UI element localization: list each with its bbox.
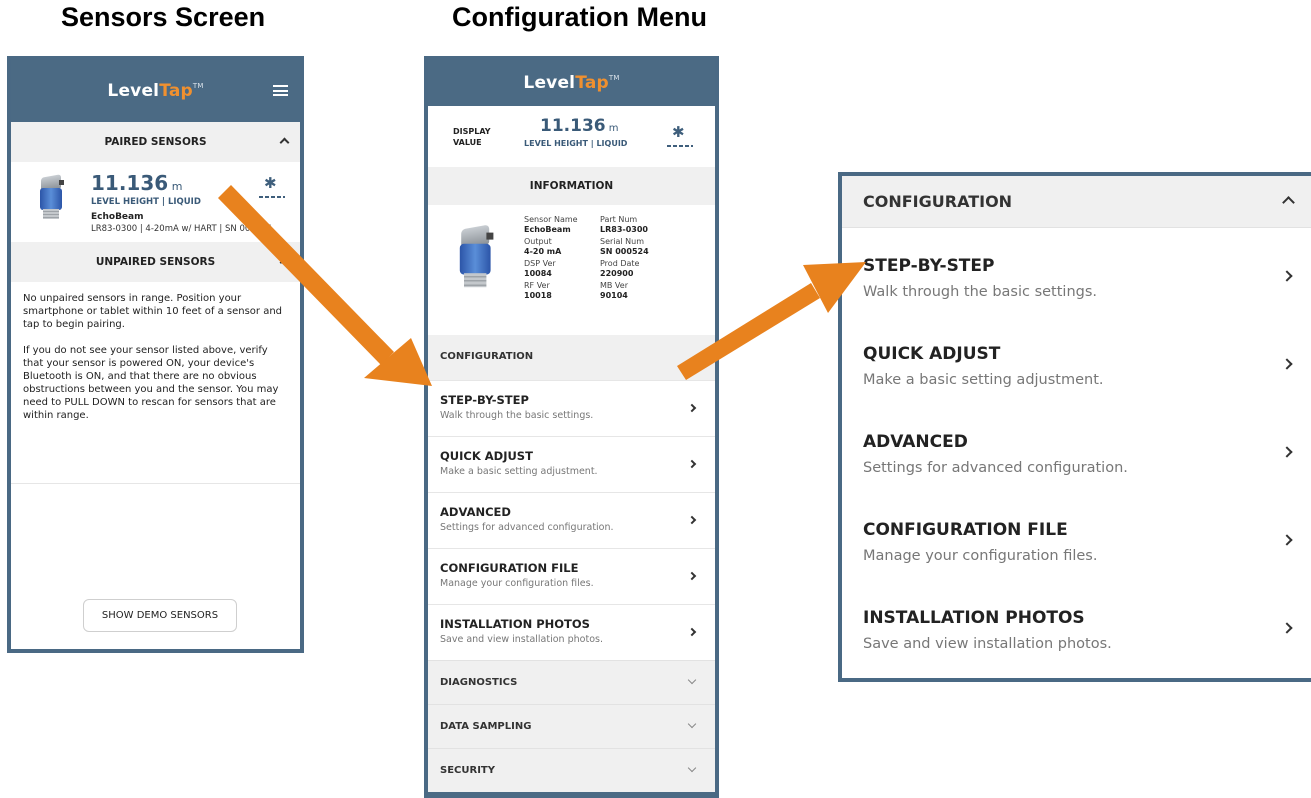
app-bar: LevelTapTM <box>428 60 715 106</box>
info-field: Sensor Name EchoBeam <box>524 215 578 234</box>
sensor-value: 11.136 m <box>91 171 183 195</box>
display-value-panel: DISPLAY VALUE 11.136 m LEVEL HEIGHT | LI… <box>428 106 715 167</box>
caret-down-icon <box>687 675 697 685</box>
sensors-screen-phone: LevelTapTM PAIRED SENSORS 11.136 m LEVEL… <box>7 56 304 653</box>
show-demo-sensors-button[interactable]: SHOW DEMO SENSORS <box>83 599 237 632</box>
chevron-right-icon <box>1281 270 1293 282</box>
chevron-right-icon <box>687 515 697 525</box>
info-field: Prod Date 220900 <box>600 259 640 278</box>
bluetooth-icon: ✱ <box>259 174 285 198</box>
sensor-image <box>450 224 520 325</box>
section-security[interactable]: SECURITY <box>428 748 715 792</box>
caret-up-icon <box>1282 196 1295 209</box>
info-field: RF Ver 10018 <box>524 281 552 300</box>
chevron-right-icon <box>1281 446 1293 458</box>
caret-up-icon <box>279 137 290 148</box>
app-bar: LevelTapTM <box>11 60 300 122</box>
section-diagnostics[interactable]: DIAGNOSTICS <box>428 660 715 704</box>
info-grid: Sensor Name EchoBeam Part Num LR83-0300 Ou… <box>524 215 694 300</box>
display-value-sublabel: LEVEL HEIGHT | LIQUID <box>524 139 628 148</box>
chevron-right-icon <box>687 571 697 581</box>
info-field: DSP Ver 10084 <box>524 259 556 278</box>
caret-up-icon <box>279 257 290 268</box>
heading-sensors-screen: Sensors Screen <box>61 2 266 32</box>
sensor-details: LR83-0300 | 4-20mA w/ HART | SN 000524 <box>91 224 272 234</box>
app-logo: LevelTapTM <box>107 81 204 101</box>
menu-item-advanced[interactable]: ADVANCED Settings for advanced configura… <box>428 492 715 548</box>
unpaired-info: No unpaired sensors in range. Position y… <box>11 282 300 422</box>
heading-configuration-menu: Configuration Menu <box>452 2 707 32</box>
display-value-label: DISPLAY VALUE <box>453 127 491 147</box>
configuration-screen-phone: LevelTapTM DISPLAY VALUE 11.136 m LEVEL … <box>424 56 719 798</box>
menu-item-step-by-step[interactable]: STEP-BY-STEP Walk through the basic sett… <box>428 380 715 436</box>
sensor-value-label: LEVEL HEIGHT | LIQUID <box>91 197 201 207</box>
bottom-bar <box>428 792 715 798</box>
information-header: INFORMATION <box>428 167 715 205</box>
app-logo: LevelTapTM <box>523 73 620 93</box>
caret-down-icon <box>687 763 697 773</box>
unpaired-sensors-header[interactable]: UNPAIRED SENSORS <box>11 242 300 282</box>
information-panel: Sensor Name EchoBeam Part Num LR83-0300 Ou… <box>428 205 715 335</box>
paired-sensor-card[interactable]: 11.136 m LEVEL HEIGHT | LIQUID EchoBeam … <box>11 162 300 242</box>
paired-sensors-label: PAIRED SENSORS <box>104 136 207 148</box>
zoom-item-advanced[interactable]: ADVANCED Settings for advanced configura… <box>842 404 1311 492</box>
bluetooth-icon: ✱ <box>667 123 693 147</box>
configuration-header[interactable]: CONFIGURATION <box>428 335 715 380</box>
chevron-right-icon <box>687 627 697 637</box>
info-field: Output 4-20 mA <box>524 237 562 256</box>
chevron-right-icon <box>1281 534 1293 546</box>
menu-item-quick-adjust[interactable]: QUICK ADJUST Make a basic setting adjust… <box>428 436 715 492</box>
zoom-item-step-by-step[interactable]: STEP-BY-STEP Walk through the basic sett… <box>842 228 1311 316</box>
info-field: Part Num LR83-0300 <box>600 215 648 234</box>
unpaired-text-1: No unpaired sensors in range. Position y… <box>23 293 283 330</box>
menu-item-installation-photos[interactable]: INSTALLATION PHOTOS Save and view instal… <box>428 604 715 660</box>
caret-down-icon <box>687 719 697 729</box>
divider <box>11 483 300 484</box>
section-data-sampling[interactable]: DATA SAMPLING <box>428 704 715 748</box>
chevron-right-icon <box>687 403 697 413</box>
unpaired-text-2: If you do not see your sensor listed abo… <box>23 345 279 421</box>
chevron-right-icon <box>687 459 697 469</box>
paired-sensors-header[interactable]: PAIRED SENSORS <box>11 122 300 162</box>
zoom-configuration-header[interactable]: CONFIGURATION <box>842 176 1311 228</box>
chevron-right-icon <box>1281 622 1293 634</box>
chevron-right-icon <box>1281 358 1293 370</box>
config-menu-list: STEP-BY-STEP Walk through the basic sett… <box>428 380 715 660</box>
configuration-zoom-panel: CONFIGURATION STEP-BY-STEP Walk through … <box>838 172 1311 682</box>
arrow-1-head <box>364 338 432 386</box>
info-field: MB Ver 90104 <box>600 281 628 300</box>
zoom-item-quick-adjust[interactable]: QUICK ADJUST Make a basic setting adjust… <box>842 316 1311 404</box>
info-field: Serial Num SN 000524 <box>600 237 649 256</box>
sensor-name: EchoBeam <box>91 212 144 222</box>
zoom-item-configuration-file[interactable]: CONFIGURATION FILE Manage your configura… <box>842 492 1311 580</box>
hamburger-icon[interactable] <box>273 85 288 96</box>
zoom-item-installation-photos[interactable]: INSTALLATION PHOTOS Save and view instal… <box>842 580 1311 668</box>
sensor-image <box>33 174 69 222</box>
menu-item-configuration-file[interactable]: CONFIGURATION FILE Manage your configura… <box>428 548 715 604</box>
display-value: 11.136 m <box>540 116 619 136</box>
unpaired-sensors-label: UNPAIRED SENSORS <box>95 256 216 268</box>
